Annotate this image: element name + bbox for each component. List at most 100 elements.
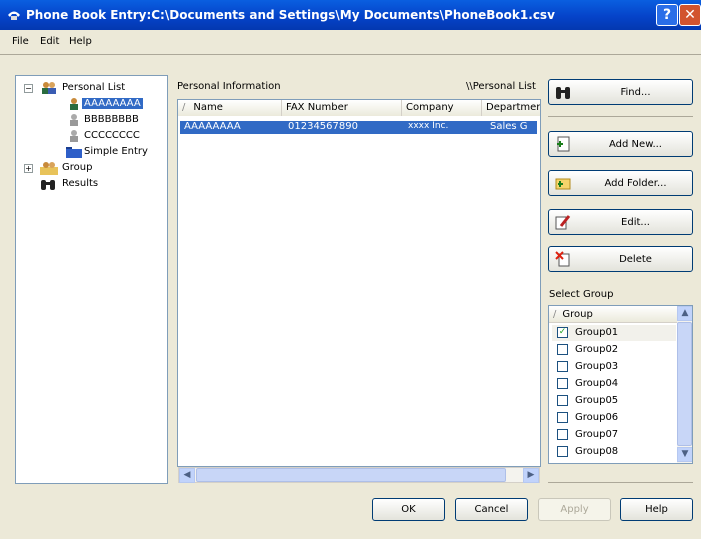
tree-label-group: Group xyxy=(62,162,93,173)
group-list-item[interactable]: Group04 xyxy=(552,376,676,392)
edit-label: Edit... xyxy=(621,217,650,228)
help-label: Help xyxy=(645,504,668,515)
tree-item-entry-c[interactable]: CCCCCCCC xyxy=(16,129,166,143)
bottom-right-separator xyxy=(548,482,693,483)
scroll-right-icon[interactable]: ▶ xyxy=(523,468,539,483)
group-list-item[interactable]: Group08 xyxy=(552,444,676,460)
group-scroll-thumb[interactable] xyxy=(677,322,692,446)
group-item-label: Group01 xyxy=(575,327,619,338)
group-item-label: Group07 xyxy=(575,429,619,440)
checkbox-icon[interactable] xyxy=(557,412,568,423)
checkbox-icon[interactable] xyxy=(557,395,568,406)
table-row[interactable]: AAAAAAAA 01234567890 xxxx Inc. Sales G xyxy=(180,121,537,134)
add-folder-icon xyxy=(555,178,571,190)
cell-company: xxxx Inc. xyxy=(408,121,449,131)
edit-button[interactable]: Edit... xyxy=(548,209,693,235)
column-header-company[interactable]: Company xyxy=(402,100,482,116)
group-item-label: Group08 xyxy=(575,446,619,457)
folder-icon xyxy=(66,147,82,158)
ok-button[interactable]: OK xyxy=(372,498,445,521)
checkbox-icon[interactable] xyxy=(557,446,568,457)
add-new-label: Add New... xyxy=(609,139,662,150)
title-bar: Phone Book Entry:C:\Documents and Settin… xyxy=(0,0,701,30)
help-title-button[interactable]: ? xyxy=(656,4,678,26)
help-button[interactable]: Help xyxy=(620,498,693,521)
tree-panel[interactable]: − Personal List AAAAAAAA BBBBBBBB CCCCCC… xyxy=(15,75,168,484)
tree-label-personal-list: Personal List xyxy=(62,82,126,93)
personal-info-list[interactable]: / Name FAX Number Company Departmer AAAAA… xyxy=(177,99,541,467)
checkbox-icon[interactable] xyxy=(557,429,568,440)
close-button[interactable]: ✕ xyxy=(679,4,701,26)
group-list-item[interactable]: Group03 xyxy=(552,359,676,375)
tree-item-personal-list[interactable]: − Personal List xyxy=(16,81,166,95)
cell-department: Sales G xyxy=(490,121,528,132)
tree-label-entry-c: CCCCCCCC xyxy=(84,130,140,141)
column-header-fax[interactable]: FAX Number xyxy=(282,100,402,116)
column-label-name: Name xyxy=(193,102,223,113)
cancel-button[interactable]: Cancel xyxy=(455,498,528,521)
apply-label: Apply xyxy=(560,504,589,515)
column-label-company: Company xyxy=(406,102,454,113)
add-folder-button[interactable]: Add Folder... xyxy=(548,170,693,196)
person-icon xyxy=(70,130,78,142)
menu-edit[interactable]: Edit xyxy=(40,36,59,47)
group-list-item[interactable]: ✓ Group01 xyxy=(552,325,676,341)
group-item-label: Group05 xyxy=(575,395,619,406)
group-item-label: Group02 xyxy=(575,344,619,355)
group-list-item[interactable]: Group06 xyxy=(552,410,676,426)
personal-info-label: Personal Information xyxy=(177,81,281,92)
group-list-item[interactable]: Group05 xyxy=(552,393,676,409)
action-separator xyxy=(548,116,693,117)
people-icon xyxy=(42,82,56,94)
person-icon xyxy=(70,98,78,110)
sort-glyph: / xyxy=(182,102,186,113)
scroll-thumb[interactable] xyxy=(196,468,506,482)
group-list[interactable]: / Group ✓ Group01 Group02 Group03 Group04 Grou… xyxy=(548,305,693,464)
add-entry-icon xyxy=(557,136,570,152)
tree-item-entry-b[interactable]: BBBBBBBB xyxy=(16,113,166,127)
menu-separator xyxy=(0,54,701,55)
scroll-left-icon[interactable]: ◀ xyxy=(179,468,195,483)
cell-name: AAAAAAAA xyxy=(184,121,241,132)
group-list-item[interactable]: Group07 xyxy=(552,427,676,443)
menu-file[interactable]: File xyxy=(12,36,29,47)
binoculars-icon xyxy=(41,180,55,190)
column-header-name[interactable]: / Name xyxy=(178,100,282,116)
menu-help[interactable]: Help xyxy=(69,36,92,47)
binoculars-icon xyxy=(556,87,570,99)
tree-item-group[interactable]: + Group xyxy=(16,161,166,175)
group-item-label: Group04 xyxy=(575,378,619,389)
select-group-label: Select Group xyxy=(549,289,614,300)
sort-glyph: / xyxy=(553,309,557,320)
tree-item-simple-entry[interactable]: Simple Entry xyxy=(16,145,166,159)
find-button[interactable]: Find... xyxy=(548,79,693,105)
add-new-button[interactable]: Add New... xyxy=(548,131,693,157)
tree-item-results[interactable]: Results xyxy=(16,177,166,191)
column-header-department[interactable]: Departmer xyxy=(482,100,541,116)
checkbox-icon[interactable] xyxy=(557,378,568,389)
checkbox-checked-icon[interactable]: ✓ xyxy=(557,327,568,338)
expand-icon[interactable]: + xyxy=(24,164,33,173)
delete-label: Delete xyxy=(619,254,652,265)
cancel-label: Cancel xyxy=(474,504,509,515)
column-label-fax: FAX Number xyxy=(286,102,348,113)
group-vertical-scrollbar[interactable]: ▲ ▼ xyxy=(677,306,692,463)
group-list-header[interactable]: / Group xyxy=(549,306,677,323)
group-icon xyxy=(40,162,58,175)
collapse-icon[interactable]: − xyxy=(24,84,33,93)
ok-label: OK xyxy=(401,504,416,515)
scroll-down-icon[interactable]: ▼ xyxy=(677,447,692,462)
column-label-department: Departmer xyxy=(486,102,541,113)
find-label: Find... xyxy=(620,87,651,98)
apply-button[interactable]: Apply xyxy=(538,498,611,521)
checkbox-icon[interactable] xyxy=(557,344,568,355)
delete-button[interactable]: Delete xyxy=(548,246,693,272)
group-item-label: Group03 xyxy=(575,361,619,372)
horizontal-scrollbar[interactable]: ◀ ▶ xyxy=(178,467,540,483)
tree-item-entry-a[interactable]: AAAAAAAA xyxy=(16,97,166,111)
cell-fax: 01234567890 xyxy=(288,121,358,132)
group-list-item[interactable]: Group02 xyxy=(552,342,676,358)
checkbox-icon[interactable] xyxy=(557,361,568,372)
tree-label-entry-b: BBBBBBBB xyxy=(84,114,139,125)
scroll-up-icon[interactable]: ▲ xyxy=(677,306,692,321)
